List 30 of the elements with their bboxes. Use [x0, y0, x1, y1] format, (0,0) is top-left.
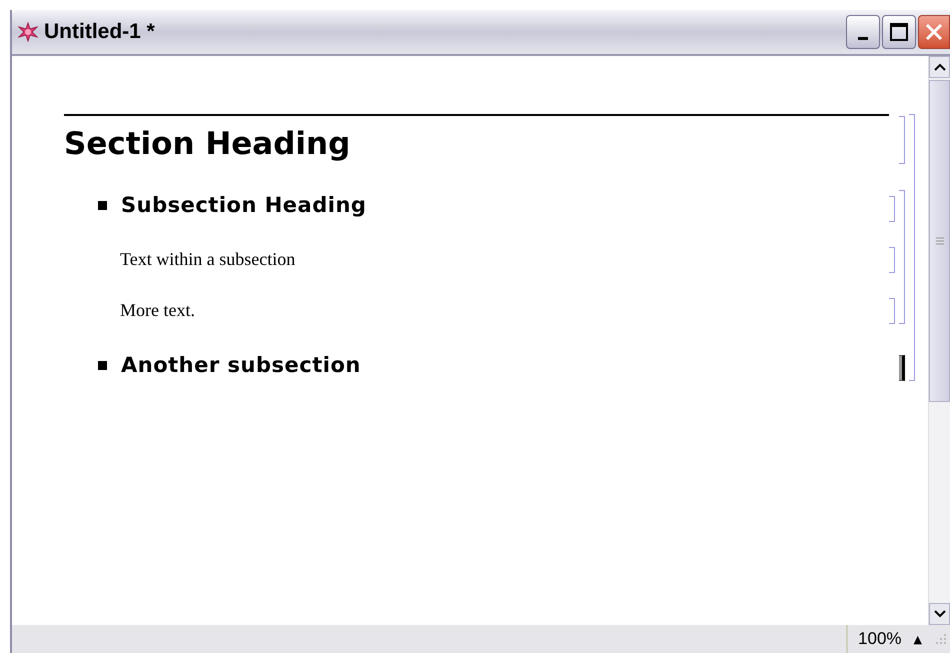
zoom-menu-button[interactable]: ▲: [914, 634, 922, 644]
cell-bracket[interactable]: [899, 116, 905, 164]
cell-bracket[interactable]: [889, 246, 895, 272]
subsection-heading: Subsection Heading: [121, 192, 366, 219]
maximize-icon: [890, 23, 908, 41]
cell-bracket[interactable]: [889, 196, 895, 222]
zoom-level: 100%: [858, 628, 902, 650]
scroll-up-button[interactable]: [929, 56, 950, 78]
body-text: Text within a subsection: [120, 248, 296, 268]
chevron-down-icon: [934, 610, 946, 618]
app-logo-icon: [18, 22, 38, 42]
bullet-icon: [98, 201, 107, 210]
minimize-button[interactable]: [846, 15, 880, 49]
window-title: Untitled-1 *: [44, 19, 155, 46]
scroll-down-button[interactable]: [929, 603, 950, 625]
subsection-heading: Another subsection: [121, 352, 361, 378]
section-heading: Section Heading: [64, 125, 352, 164]
scroll-thumb[interactable]: [929, 80, 950, 402]
close-icon: [924, 22, 944, 42]
resize-grip-icon: [934, 632, 948, 646]
close-button[interactable]: [918, 15, 950, 49]
bullet-icon: [98, 360, 107, 370]
cell-bracket[interactable]: [889, 298, 895, 324]
cell-bracket[interactable]: [899, 355, 905, 381]
group-bracket[interactable]: [899, 190, 905, 324]
body-text: More text.: [120, 300, 195, 320]
maximize-button[interactable]: [882, 15, 916, 49]
grip-icon: [934, 236, 944, 246]
minimize-icon: [858, 37, 868, 40]
chevron-up-icon: [934, 63, 946, 71]
